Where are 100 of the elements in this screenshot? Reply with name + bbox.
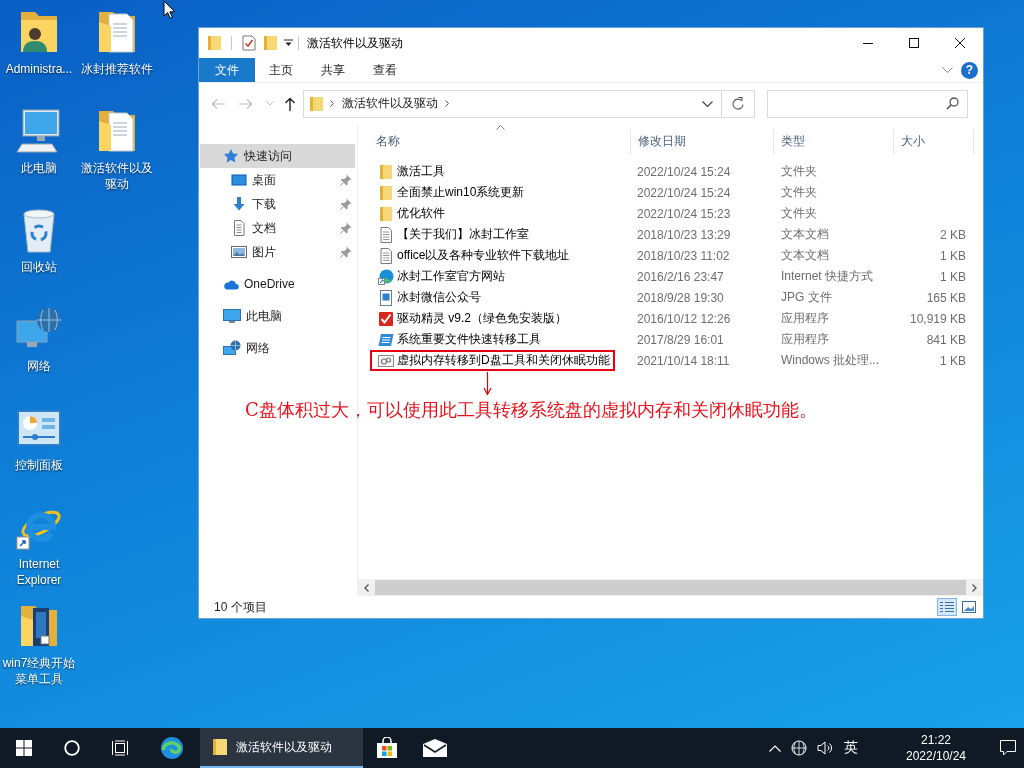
dropdown-caret-icon[interactable] (284, 39, 293, 47)
modified-date: 2018/10/23 13:29 (637, 227, 731, 242)
help-button[interactable]: ? (961, 61, 978, 79)
circle-icon (64, 740, 80, 756)
column-header[interactable]: 大小 (894, 129, 974, 154)
desktop-shortcut[interactable]: 此电脑 (1, 103, 77, 176)
modified-date: 2016/2/16 23:47 (637, 269, 724, 284)
column-header[interactable]: 名称 (369, 129, 631, 154)
file-name[interactable]: 全面禁止win10系统更新 (397, 184, 525, 201)
ribbon-tab[interactable]: 共享 (307, 58, 359, 82)
maximize-icon (909, 38, 919, 48)
address-bar[interactable]: 激活软件以及驱动 (303, 89, 722, 118)
text-file-icon (378, 226, 394, 243)
column-header[interactable]: 修改日期 (631, 129, 774, 154)
pin-icon[interactable] (340, 174, 352, 186)
file-name[interactable]: 驱动精灵 v9.2（绿色免安装版） (397, 310, 567, 327)
file-size: 10,919 KB (909, 311, 966, 326)
details-view-button[interactable] (937, 598, 957, 616)
file-type: 文本文档 (781, 247, 829, 264)
swirl-logo-icon (160, 736, 184, 760)
clock-date[interactable]: 2022/10/24 (905, 748, 967, 764)
file-size: 165 KB (926, 290, 966, 305)
file-type: 文件夹 (781, 205, 817, 222)
web-shortcut-icon (378, 268, 394, 285)
desktop-shortcut[interactable]: 网络 (1, 301, 77, 374)
gear-window-icon (378, 352, 394, 369)
chevron-down-icon (266, 101, 274, 106)
modified-date: 2018/9/28 19:30 (637, 290, 724, 305)
file-name[interactable]: 虚拟内存转移到D盘工具和关闭休眠功能 (397, 352, 610, 369)
nav-item[interactable]: 网络 (200, 336, 355, 360)
pin-icon[interactable] (340, 246, 352, 258)
properties-icon[interactable] (242, 35, 256, 51)
scrollbar-thumb[interactable] (375, 580, 966, 595)
file-size: 2 KB (940, 227, 966, 242)
search-field[interactable] (767, 89, 968, 118)
scroll-left-icon[interactable] (364, 583, 369, 592)
nav-item[interactable]: 文档 (200, 216, 355, 240)
file-name[interactable]: 系统重要文件快速转移工具 (397, 331, 541, 348)
file-name[interactable]: 冰封工作室官方网站 (397, 268, 505, 285)
file-name[interactable]: 优化软件 (397, 205, 445, 222)
refresh-icon (732, 97, 744, 110)
input-method-button[interactable]: 英 (840, 728, 862, 768)
file-type: 文本文档 (781, 226, 829, 243)
chevron-up-icon[interactable] (769, 744, 781, 752)
nav-item[interactable]: 下载 (200, 192, 355, 216)
file-type: 应用程序 (781, 331, 829, 348)
chevron-down-icon[interactable] (702, 100, 713, 107)
desktop-icon (231, 172, 247, 188)
nav-item[interactable]: 图片 (200, 240, 355, 264)
folder-icon (213, 738, 227, 756)
start-icon (16, 740, 32, 756)
desktop-shortcut[interactable]: Administra... (1, 4, 77, 77)
taskbar-button[interactable]: 激活软件以及驱动 (200, 728, 363, 768)
chevron-right-icon (445, 100, 449, 107)
file-name[interactable]: 【关于我们】冰封工作室 (397, 226, 529, 243)
cursor-icon (163, 0, 176, 19)
large-icons-view-button[interactable] (959, 598, 979, 616)
task-view-icon (111, 740, 129, 756)
ribbon-tab[interactable]: 主页 (255, 58, 307, 82)
modified-date: 2022/10/24 15:23 (637, 206, 731, 221)
desktop-shortcut[interactable]: 控制面板 (1, 400, 77, 473)
desktop-shortcut[interactable]: 冰封推荐软件 (79, 4, 155, 77)
pin-icon[interactable] (340, 198, 352, 210)
globe-icon[interactable] (791, 740, 807, 756)
checkmark-app-icon (378, 310, 394, 327)
striped-app-icon (378, 331, 394, 348)
desktop-shortcut[interactable]: 回收站 (1, 202, 77, 275)
desktop-shortcut[interactable]: win7经典开始菜单工具 (1, 598, 77, 687)
desktop-shortcut[interactable]: Internet Explorer (1, 499, 77, 588)
file-menu-button[interactable]: 文件 (199, 58, 255, 82)
nav-item[interactable]: 快速访问 (200, 144, 355, 168)
ribbon-tab[interactable]: 查看 (359, 58, 411, 82)
clock-time[interactable]: 21:22 (921, 732, 951, 748)
pin-icon[interactable] (340, 222, 352, 234)
back-arrow-icon (211, 97, 225, 110)
notification-icon[interactable] (1000, 740, 1016, 756)
speaker-icon[interactable] (817, 741, 833, 755)
file-size: 1 KB (940, 353, 966, 368)
picture-icon (231, 244, 247, 260)
nav-item[interactable]: OneDrive (200, 272, 355, 296)
horizontal-scrollbar[interactable] (358, 579, 983, 596)
desktop-shortcut[interactable]: 激活软件以及驱动 (79, 103, 155, 192)
nav-item[interactable]: 桌面 (200, 168, 355, 192)
document-icon (231, 220, 247, 236)
file-type: JPG 文件 (781, 289, 832, 306)
breadcrumb-item[interactable]: 激活软件以及驱动 (342, 95, 438, 112)
picture-icon (962, 601, 976, 613)
file-name[interactable]: office以及各种专业软件下载地址 (397, 247, 570, 264)
file-name[interactable]: 冰封微信公众号 (397, 289, 481, 306)
file-type: 文件夹 (781, 184, 817, 201)
file-name[interactable]: 激活工具 (397, 163, 445, 180)
image-file-icon (378, 289, 394, 306)
file-size: 1 KB (940, 248, 966, 263)
modified-date: 2022/10/24 15:24 (637, 164, 731, 179)
nav-item[interactable]: 此电脑 (200, 304, 355, 328)
cloud-icon (223, 278, 239, 290)
item-count: 10 个项目 (214, 598, 267, 616)
refresh-button[interactable] (722, 89, 755, 118)
scroll-right-icon[interactable] (972, 583, 977, 592)
column-header[interactable]: 类型 (774, 129, 894, 154)
